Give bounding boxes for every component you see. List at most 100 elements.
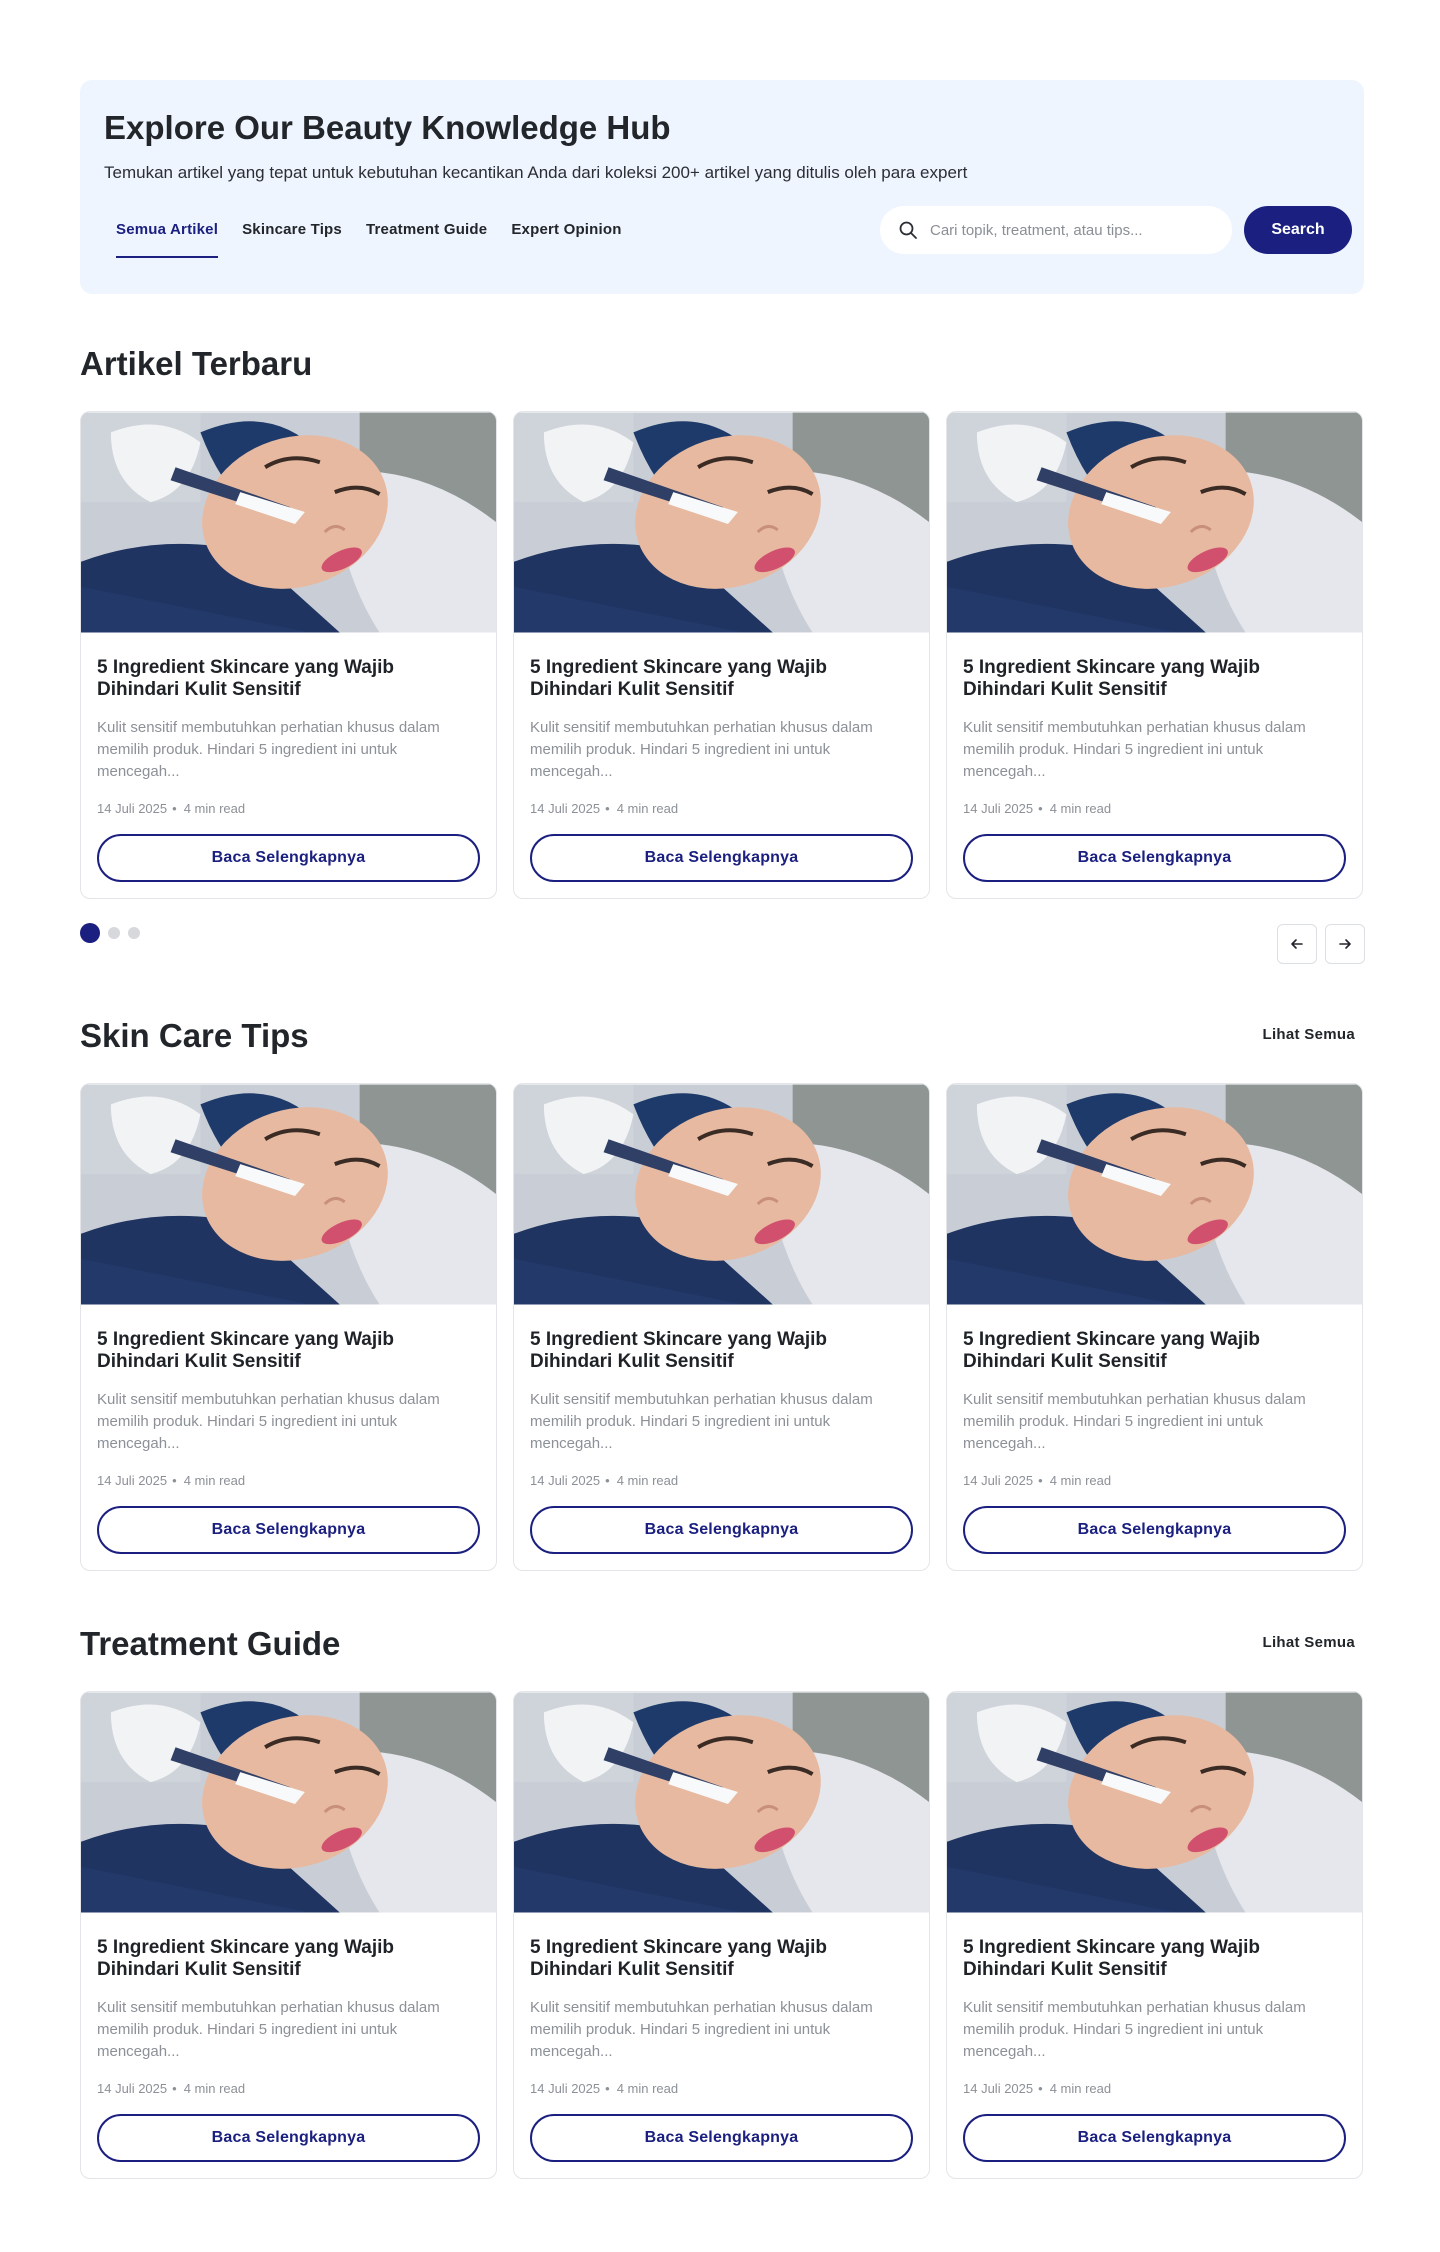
tab-expert-opinion[interactable]: Expert Opinion xyxy=(511,206,621,254)
meta-separator: • xyxy=(605,2081,610,2096)
article-card[interactable]: 5 Ingredient Skincare yang Wajib Dihinda… xyxy=(80,1691,497,2179)
article-excerpt: Kulit sensitif membutuhkan perhatian khu… xyxy=(963,1391,1306,1452)
article-read-time: 4 min read xyxy=(1049,2081,1112,2096)
article-card[interactable]: 5 Ingredient Skincare yang Wajib Dihinda… xyxy=(946,411,1363,899)
article-card[interactable]: 5 Ingredient Skincare yang Wajib Dihinda… xyxy=(80,411,497,899)
pagination-dot[interactable] xyxy=(128,927,140,939)
article-excerpt: Kulit sensitif membutuhkan perhatian khu… xyxy=(97,719,440,780)
arrow-left-icon xyxy=(1291,939,1303,949)
pagination-dot[interactable] xyxy=(108,927,120,939)
article-card[interactable]: 5 Ingredient Skincare yang Wajib Dihinda… xyxy=(513,1691,930,2179)
read-more-button[interactable]: Baca Selengkapnya xyxy=(97,1506,480,1554)
see-all-skin-care-link[interactable]: Lihat Semua xyxy=(1263,1026,1356,1043)
article-excerpt: Kulit sensitif membutuhkan perhatian khu… xyxy=(963,1999,1306,2060)
article-card[interactable]: 5 Ingredient Skincare yang Wajib Dihinda… xyxy=(80,1083,497,1571)
article-date: 14 Juli 2025 xyxy=(963,2081,1034,2096)
article-thumbnail-image xyxy=(81,1084,496,1305)
meta-separator: • xyxy=(172,801,177,816)
article-read-time: 4 min read xyxy=(616,1473,679,1488)
article-title[interactable]: 5 Ingredient Skincare yang Wajib Dihinda… xyxy=(97,1937,480,1981)
read-more-button[interactable]: Baca Selengkapnya xyxy=(530,834,913,882)
article-thumbnail-image xyxy=(81,1692,496,1913)
article-meta: 14 Juli 2025 • 4 min read xyxy=(97,2081,480,2096)
page-subtitle: Temukan artikel yang tepat untuk kebutuh… xyxy=(104,163,968,182)
read-more-button[interactable]: Baca Selengkapnya xyxy=(530,2114,913,2162)
article-card[interactable]: 5 Ingredient Skincare yang Wajib Dihinda… xyxy=(946,1691,1363,2179)
article-meta: 14 Juli 2025 • 4 min read xyxy=(97,1473,480,1488)
article-title[interactable]: 5 Ingredient Skincare yang Wajib Dihinda… xyxy=(963,657,1346,701)
read-more-button[interactable]: Baca Selengkapnya xyxy=(97,834,480,882)
knowledge-hub-hero: Explore Our Beauty Knowledge Hub Temukan… xyxy=(80,80,1364,294)
read-more-button[interactable]: Baca Selengkapnya xyxy=(97,2114,480,2162)
meta-separator: • xyxy=(1038,801,1043,816)
carousel-prev-button[interactable] xyxy=(1277,924,1317,964)
arrow-right-icon xyxy=(1339,939,1351,949)
tab-treatment-guide[interactable]: Treatment Guide xyxy=(366,206,487,254)
treatment-guide-card-list: 5 Ingredient Skincare yang Wajib Dihinda… xyxy=(80,1691,1364,2179)
meta-separator: • xyxy=(172,2081,177,2096)
meta-separator: • xyxy=(1038,2081,1043,2096)
article-title[interactable]: 5 Ingredient Skincare yang Wajib Dihinda… xyxy=(530,1329,913,1373)
article-meta: 14 Juli 2025 • 4 min read xyxy=(963,1473,1346,1488)
search-icon xyxy=(898,220,918,240)
article-excerpt: Kulit sensitif membutuhkan perhatian khu… xyxy=(97,1999,440,2060)
article-date: 14 Juli 2025 xyxy=(97,2081,168,2096)
article-thumbnail-image xyxy=(947,412,1362,633)
category-tabs: Semua Artikel Skincare Tips Treatment Gu… xyxy=(116,206,646,258)
article-excerpt: Kulit sensitif membutuhkan perhatian khu… xyxy=(530,1391,873,1452)
carousel-pagination xyxy=(80,923,140,943)
article-meta: 14 Juli 2025 • 4 min read xyxy=(530,1473,913,1488)
article-read-time: 4 min read xyxy=(183,2081,246,2096)
article-title[interactable]: 5 Ingredient Skincare yang Wajib Dihinda… xyxy=(97,657,480,701)
article-excerpt: Kulit sensitif membutuhkan perhatian khu… xyxy=(963,719,1306,780)
article-card[interactable]: 5 Ingredient Skincare yang Wajib Dihinda… xyxy=(513,1083,930,1571)
page-title: Explore Our Beauty Knowledge Hub xyxy=(104,109,671,146)
article-thumbnail-image xyxy=(947,1692,1362,1913)
article-date: 14 Juli 2025 xyxy=(963,801,1034,816)
tab-skincare-tips[interactable]: Skincare Tips xyxy=(242,206,342,254)
article-date: 14 Juli 2025 xyxy=(530,801,601,816)
article-date: 14 Juli 2025 xyxy=(963,1473,1034,1488)
article-date: 14 Juli 2025 xyxy=(97,801,168,816)
skin-care-card-list: 5 Ingredient Skincare yang Wajib Dihinda… xyxy=(80,1083,1364,1571)
search-input[interactable] xyxy=(930,221,1220,239)
tab-semua-artikel[interactable]: Semua Artikel xyxy=(116,206,219,258)
read-more-button[interactable]: Baca Selengkapnya xyxy=(963,2114,1346,2162)
article-meta: 14 Juli 2025 • 4 min read xyxy=(530,801,913,816)
carousel-next-button[interactable] xyxy=(1325,924,1365,964)
article-thumbnail-image xyxy=(81,412,496,633)
section-title-artikel-terbaru: Artikel Terbaru xyxy=(80,345,313,382)
article-meta: 14 Juli 2025 • 4 min read xyxy=(97,801,480,816)
article-read-time: 4 min read xyxy=(1049,1473,1112,1488)
read-more-button[interactable]: Baca Selengkapnya xyxy=(530,1506,913,1554)
article-card[interactable]: 5 Ingredient Skincare yang Wajib Dihinda… xyxy=(513,411,930,899)
article-title[interactable]: 5 Ingredient Skincare yang Wajib Dihinda… xyxy=(963,1937,1346,1981)
search-box xyxy=(880,206,1232,254)
article-thumbnail-image xyxy=(514,412,929,633)
pagination-dot-active[interactable] xyxy=(80,923,100,943)
see-all-treatment-link[interactable]: Lihat Semua xyxy=(1263,1634,1356,1651)
section-title-treatment-guide: Treatment Guide xyxy=(80,1625,341,1662)
article-title[interactable]: 5 Ingredient Skincare yang Wajib Dihinda… xyxy=(97,1329,480,1373)
meta-separator: • xyxy=(605,1473,610,1488)
read-more-button[interactable]: Baca Selengkapnya xyxy=(963,834,1346,882)
article-card[interactable]: 5 Ingredient Skincare yang Wajib Dihinda… xyxy=(946,1083,1363,1571)
article-excerpt: Kulit sensitif membutuhkan perhatian khu… xyxy=(530,1999,873,2060)
article-read-time: 4 min read xyxy=(183,1473,246,1488)
article-title[interactable]: 5 Ingredient Skincare yang Wajib Dihinda… xyxy=(530,1937,913,1981)
article-title[interactable]: 5 Ingredient Skincare yang Wajib Dihinda… xyxy=(530,657,913,701)
article-read-time: 4 min read xyxy=(183,801,246,816)
article-date: 14 Juli 2025 xyxy=(530,2081,601,2096)
filter-search-row: Semua Artikel Skincare Tips Treatment Gu… xyxy=(104,206,1352,258)
article-excerpt: Kulit sensitif membutuhkan perhatian khu… xyxy=(530,719,873,780)
section-title-skin-care-tips: Skin Care Tips xyxy=(80,1017,309,1054)
article-read-time: 4 min read xyxy=(616,801,679,816)
article-thumbnail-image xyxy=(514,1692,929,1913)
article-title[interactable]: 5 Ingredient Skincare yang Wajib Dihinda… xyxy=(963,1329,1346,1373)
meta-separator: • xyxy=(172,1473,177,1488)
article-date: 14 Juli 2025 xyxy=(97,1473,168,1488)
article-thumbnail-image xyxy=(514,1084,929,1305)
search-button[interactable]: Search xyxy=(1244,206,1352,254)
read-more-button[interactable]: Baca Selengkapnya xyxy=(963,1506,1346,1554)
meta-separator: • xyxy=(605,801,610,816)
